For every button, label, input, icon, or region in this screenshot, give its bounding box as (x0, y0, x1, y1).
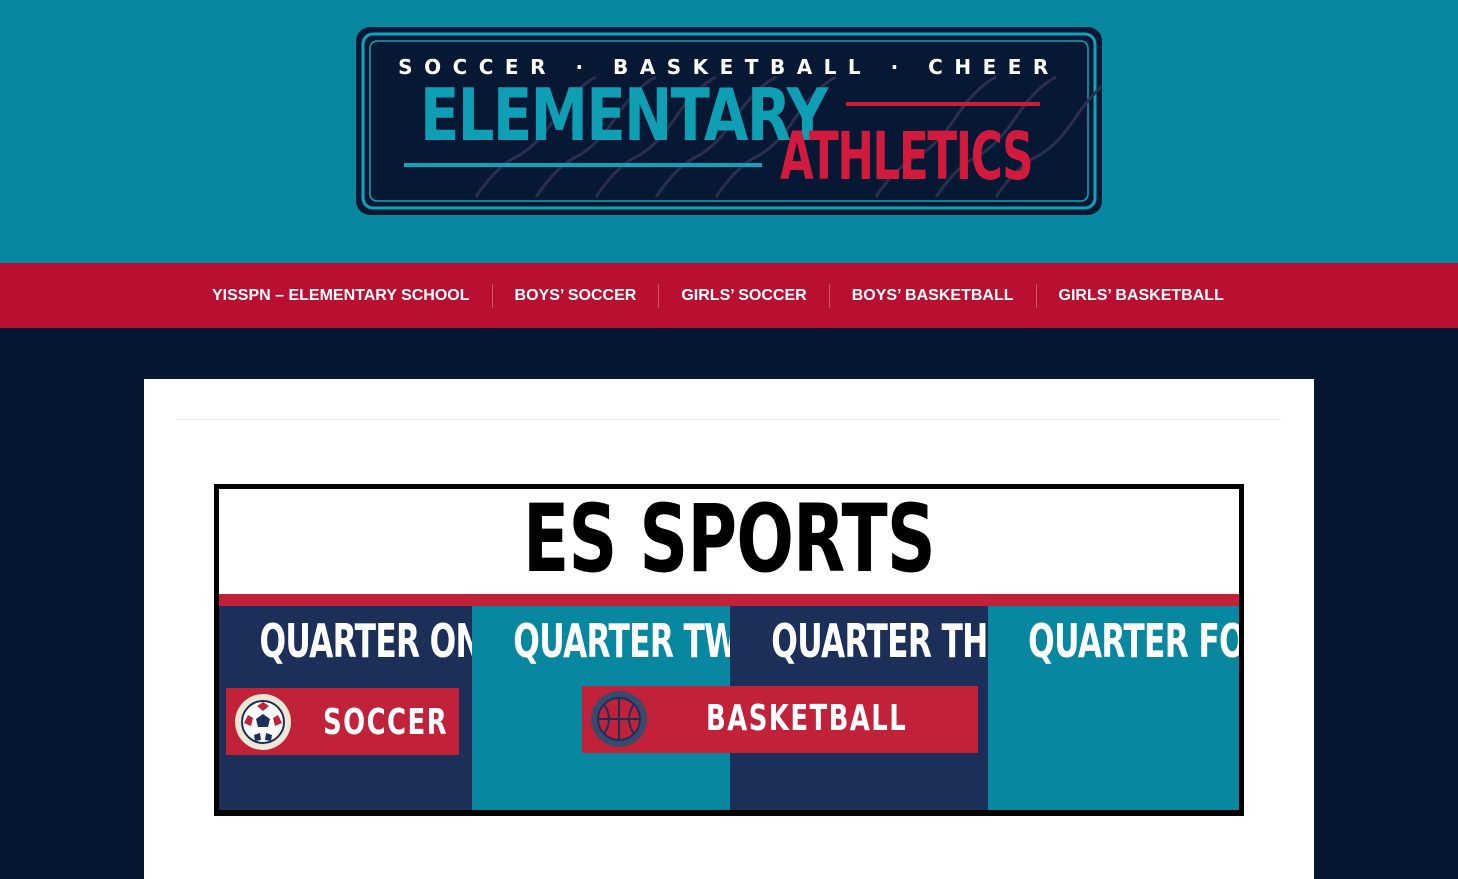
nav-item-boys-soccer[interactable]: BOYS’ SOCCER (491, 283, 659, 308)
basketball-label: BASKETBALL (706, 698, 908, 739)
soccer-season-bar: SOCCER (226, 688, 459, 755)
quarter-four-label: QUARTER FOUR (1028, 614, 1239, 668)
quarter-three-label: QUARTER THREE (771, 614, 1053, 668)
content-card: ES SPORTS SEASONS QUARTER ONE QUARTER TW… (144, 379, 1314, 879)
basketball-season-bar: BASKETBALL (582, 686, 978, 753)
site-logo[interactable]: SOCCER · BASKETBALL · CHEER ELEMENTARY A… (356, 27, 1102, 215)
logo-word-elementary: ELEMENTARY (420, 73, 828, 157)
divider (177, 419, 1281, 420)
soccer-ball-icon (235, 694, 291, 750)
nav-item-girls-soccer[interactable]: GIRLS’ SOCCER (658, 283, 828, 308)
title-stripe (219, 594, 1239, 606)
nav-item-girls-basketball[interactable]: GIRLS’ BASKETBALL (1035, 283, 1246, 308)
quarter-four-column: QUARTER FOUR (988, 606, 1239, 810)
main-nav: YISSPN – ELEMENTARY SCHOOL BOYS’ SOCCER … (0, 263, 1458, 328)
nav-item-boys-basketball[interactable]: BOYS’ BASKETBALL (828, 283, 1036, 308)
basketball-icon (591, 691, 647, 747)
nav-menu: YISSPN – ELEMENTARY SCHOOL BOYS’ SOCCER … (190, 263, 1246, 328)
site-header: SOCCER · BASKETBALL · CHEER ELEMENTARY A… (0, 0, 1458, 263)
sports-seasons-panel: ES SPORTS SEASONS QUARTER ONE QUARTER TW… (219, 489, 1239, 810)
logo-word-athletics: ATHLETICS (780, 118, 1034, 195)
quarter-two-label: QUARTER TWO (513, 614, 764, 668)
nav-item-elementary-school[interactable]: YISSPN – ELEMENTARY SCHOOL (190, 284, 492, 308)
sports-seasons-graphic: ES SPORTS SEASONS QUARTER ONE QUARTER TW… (214, 484, 1244, 816)
quarter-one-label: QUARTER ONE (259, 614, 502, 668)
soccer-label: SOCCER (323, 702, 449, 743)
